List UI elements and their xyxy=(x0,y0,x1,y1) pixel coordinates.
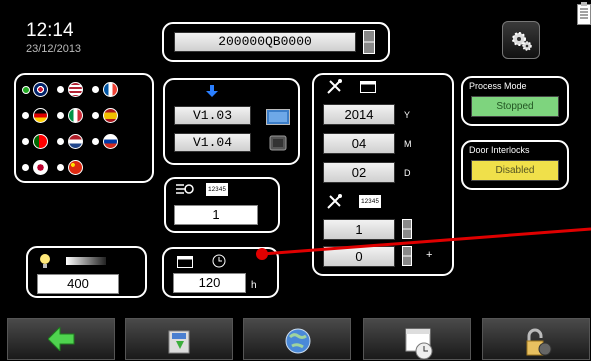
globe-icon xyxy=(285,328,311,354)
unlock-icon xyxy=(526,328,552,356)
save-button[interactable] xyxy=(125,318,233,360)
network-button[interactable] xyxy=(243,318,351,360)
back-arrow-icon xyxy=(48,327,75,351)
annotation-line xyxy=(256,227,591,260)
back-button[interactable] xyxy=(7,318,115,360)
schedule-button[interactable] xyxy=(363,318,471,360)
save-icon xyxy=(168,330,190,354)
unlock-button[interactable] xyxy=(482,318,590,360)
bottom-toolbar xyxy=(0,313,591,361)
screen: 12:14 23/12/2013 200000QB0000 V1.03 V1.0… xyxy=(0,0,591,361)
calendar-clock-icon xyxy=(405,328,433,359)
